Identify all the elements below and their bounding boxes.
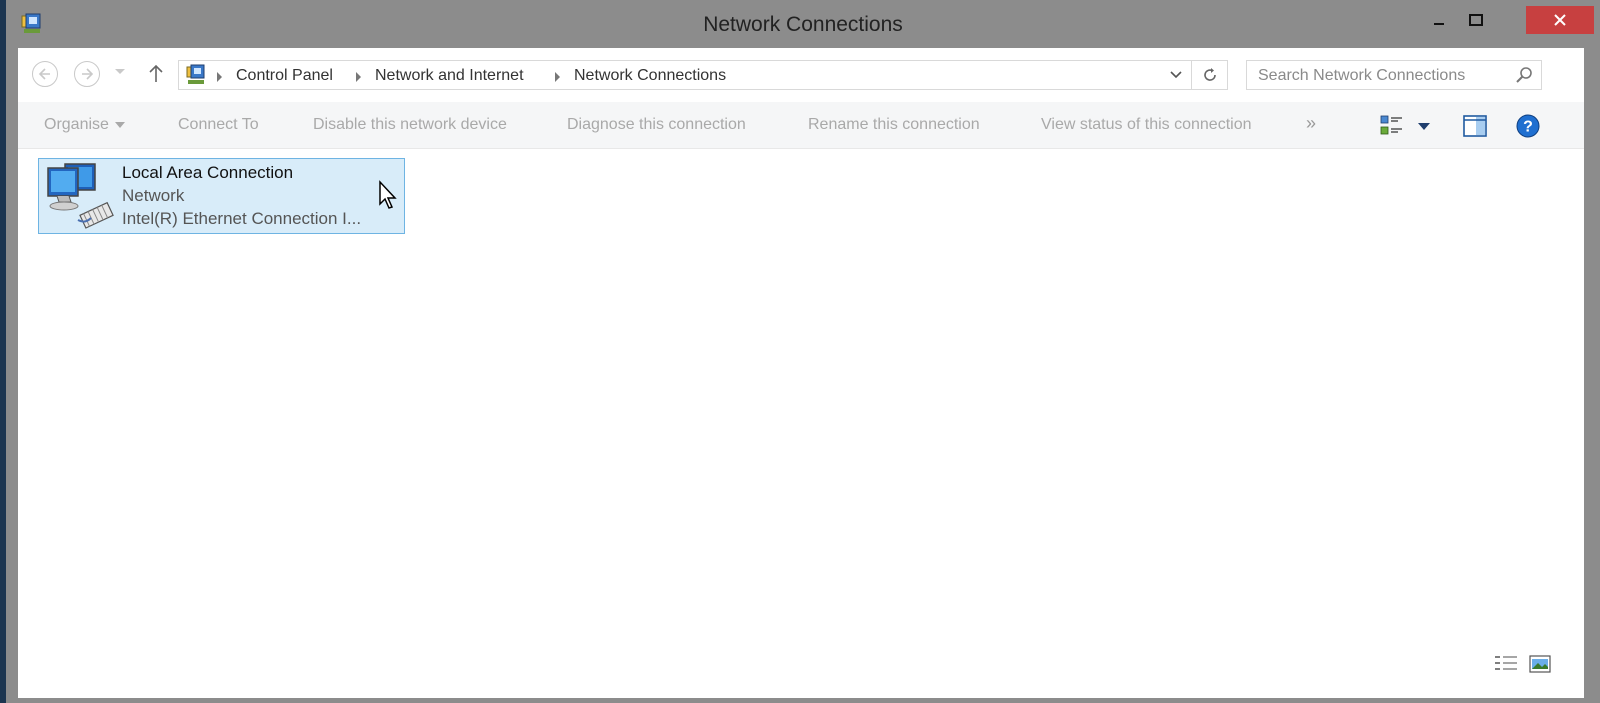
refresh-icon [1204, 68, 1216, 81]
command-bar: Organise Connect To Disable this network… [18, 102, 1584, 149]
mouse-cursor-icon [379, 180, 397, 209]
search-icon[interactable] [1515, 66, 1533, 84]
view-status-button[interactable]: View status of this connection [1041, 116, 1252, 134]
arrow-left-icon [38, 68, 50, 80]
connection-status: Network [122, 186, 185, 205]
window: Network Connections Control Panel Networ… [6, 0, 1600, 703]
recent-locations-dropdown-icon[interactable] [114, 68, 126, 76]
svg-text:?: ? [1523, 119, 1533, 136]
organise-label: Organise [44, 116, 109, 133]
rename-connection-button[interactable]: Rename this connection [808, 116, 980, 134]
minimize-icon [1434, 23, 1444, 25]
breadcrumb-separator[interactable] [555, 72, 560, 82]
connect-to-button[interactable]: Connect To [178, 116, 259, 134]
more-commands-button[interactable]: » [1306, 113, 1316, 134]
maximize-button[interactable] [1458, 6, 1494, 34]
address-bar[interactable]: Control Panel Network and Internet Netwo… [178, 60, 1228, 90]
breadcrumb-network-and-internet[interactable]: Network and Internet [375, 67, 524, 85]
search-box[interactable] [1246, 60, 1542, 91]
window-title: Network Connections [703, 13, 903, 36]
breadcrumb-separator[interactable] [217, 72, 222, 82]
breadcrumb-separator[interactable] [356, 72, 361, 82]
maximize-icon [1469, 14, 1483, 26]
network-adapter-icon [47, 163, 114, 229]
close-icon [1554, 14, 1566, 26]
change-view-icon[interactable] [1380, 114, 1406, 138]
connection-device: Intel(R) Ethernet Connection I... [122, 209, 362, 228]
close-button[interactable] [1526, 6, 1594, 34]
preview-pane-icon[interactable] [1462, 114, 1488, 138]
title-bar[interactable]: Network Connections [6, 0, 1600, 48]
diagnose-connection-button[interactable]: Diagnose this connection [567, 116, 746, 134]
breadcrumb-control-panel[interactable]: Control Panel [236, 67, 333, 85]
chevron-down-icon [114, 121, 125, 128]
back-button[interactable] [32, 61, 58, 87]
explorer-client-area: Control Panel Network and Internet Netwo… [18, 48, 1584, 698]
arrow-right-icon [82, 68, 94, 80]
search-input[interactable] [1247, 61, 1520, 91]
refresh-button[interactable] [1191, 61, 1228, 89]
organise-menu[interactable]: Organise [44, 116, 125, 134]
up-arrow-icon[interactable] [148, 63, 164, 83]
minimize-button[interactable] [1422, 6, 1456, 34]
breadcrumb-network-connections[interactable]: Network Connections [574, 67, 726, 85]
help-icon[interactable]: ? [1516, 114, 1540, 138]
large-icons-view-icon[interactable] [1528, 654, 1552, 674]
list-item[interactable]: Local Area Connection Network Intel(R) E… [38, 158, 405, 234]
control-panel-icon [186, 64, 205, 84]
disable-device-button[interactable]: Disable this network device [313, 116, 507, 134]
connection-name: Local Area Connection [122, 163, 294, 182]
details-view-icon[interactable] [1494, 654, 1518, 674]
view-options-dropdown-icon[interactable] [1418, 123, 1430, 130]
chevron-down-icon[interactable] [1169, 68, 1183, 82]
forward-button[interactable] [74, 61, 100, 87]
